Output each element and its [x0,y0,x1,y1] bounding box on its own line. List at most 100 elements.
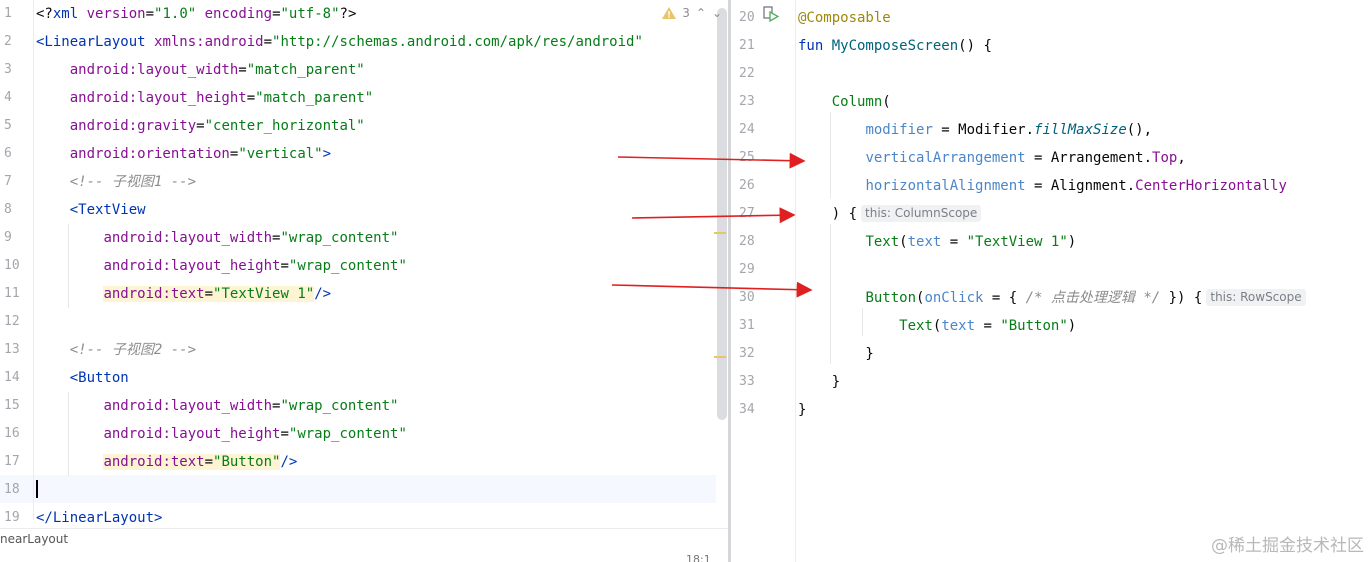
compose-editor-pane[interactable]: 20 @Composable 21 fun MyComposeScreen() {22… [731,0,1370,562]
code-token: ) [1067,234,1077,250]
code-token: android:layout_width [69,62,239,78]
code-token: version [86,6,146,22]
code-text[interactable]: <?xml version="1.0" encoding="utf-8"?> [36,0,356,28]
code-text[interactable]: android:layout_height="match_parent" [36,84,373,112]
code-token: Text [899,318,933,334]
code-token: = [975,318,1001,334]
line-number: 3 [4,62,12,77]
code-token: /> [280,454,298,470]
code-token: ?> [339,6,357,22]
code-token: CenterHorizontally [1135,178,1287,194]
code-text[interactable]: Text(text = "TextView 1") [798,228,1076,256]
code-text[interactable]: android:layout_height="wrap_content" [36,252,406,280]
xml-editor-pane[interactable]: 1 <?xml version="1.0" encoding="utf-8"?> 2… [0,0,728,562]
line-number: 16 [4,426,20,441]
code-text[interactable]: verticalArrangement = Arrangement.Top, [798,144,1185,172]
code-text[interactable]: android:text="Button"/> [36,448,297,476]
code-token: } [798,374,841,390]
code-token: "Button" [1000,318,1068,334]
breadcrumb[interactable]: nearLayout [0,532,68,546]
code-token: android:orientation [69,146,230,162]
line-number: 28 [739,234,755,249]
code-token: horizontalAlignment [865,178,1026,194]
chevron-up-icon[interactable]: ⌃ [696,4,706,22]
code-text[interactable]: fun MyComposeScreen() { [798,32,992,60]
line-number: 21 [739,38,755,53]
code-token: "Button" [213,454,281,470]
code-token: > [322,146,332,162]
inspection-widget[interactable]: 3 ⌃ ⌄ [662,4,722,22]
code-token: = Alignment. [1025,178,1136,194]
cursor-position[interactable]: 18:1 [686,553,711,562]
code-text[interactable]: android:gravity="center_horizontal" [36,112,365,140]
line-number: 10 [4,258,20,273]
code-text[interactable]: ) {this: ColumnScope [798,200,982,228]
code-text[interactable]: Button(onClick = { /* 点击处理逻辑 */ }) {this… [798,284,1306,312]
code-token: android:gravity [69,118,197,134]
gutter-separator [33,0,34,520]
code-text[interactable]: android:layout_width="match_parent" [36,56,365,84]
warning-count: 3 [682,6,690,20]
line-number: 5 [4,118,12,133]
line-number: 33 [739,374,755,389]
code-text[interactable]: <Button [36,364,129,392]
code-token: = [204,286,214,302]
indent-guide [68,392,69,476]
code-token: }) { [1160,290,1203,306]
code-text[interactable]: <LinearLayout xmlns:android="http://sche… [36,28,643,56]
code-text[interactable]: } [798,396,806,424]
line-number: 8 [4,202,12,217]
code-text[interactable]: } [798,340,873,368]
code-token: = Modifier. [932,122,1035,138]
code-token: "TextView 1" [213,286,315,302]
chevron-down-icon[interactable]: ⌄ [712,4,722,22]
code-token: android:text [103,286,205,302]
code-token: "1.0" [154,6,197,22]
code-text[interactable]: android:orientation="vertical"> [36,140,331,168]
code-text[interactable]: Text(text = "Button") [798,312,1076,340]
code-token: /> [314,286,332,302]
line-number: 9 [4,230,12,245]
line-number: 22 [739,66,755,81]
code-token: android:layout_height [103,426,281,442]
code-token: = Arrangement. [1025,150,1153,166]
code-text[interactable]: } [798,368,840,396]
watermark: @稀土掘金技术社区 [1211,536,1364,556]
code-text[interactable]: @Composable [798,4,891,32]
code-token: = [145,6,155,22]
line-number: 7 [4,174,12,189]
indent-guide [68,224,69,308]
code-text[interactable]: android:layout_width="wrap_content" [36,224,398,252]
code-text[interactable]: <TextView [36,196,146,224]
code-text[interactable]: android:layout_height="wrap_content" [36,420,406,448]
warning-marker[interactable] [714,232,726,234]
warning-marker[interactable] [714,356,726,358]
code-token: android:layout_width [103,398,273,414]
code-text[interactable]: android:layout_width="wrap_content" [36,392,398,420]
code-token: android:layout_width [103,230,273,246]
code-token: android:layout_height [103,258,281,274]
code-text[interactable]: android:text="TextView 1"/> [36,280,331,308]
code-text[interactable]: Column( [798,88,891,116]
code-text[interactable]: <!-- 子视图2 --> [36,336,196,364]
code-token: Text [865,234,900,250]
caret-line-highlight [0,475,716,503]
code-token: = [238,62,247,78]
code-text[interactable]: modifier = Modifier.fillMaxSize(), [798,116,1152,144]
code-text[interactable]: horizontalAlignment = Alignment.CenterHo… [798,172,1287,200]
code-token: ( [882,94,891,110]
code-text[interactable]: <!-- 子视图1 --> [36,168,196,196]
scrollbar-thumb[interactable] [717,8,727,420]
run-gutter-icon[interactable] [763,6,779,22]
code-token: </LinearLayout> [36,510,163,526]
